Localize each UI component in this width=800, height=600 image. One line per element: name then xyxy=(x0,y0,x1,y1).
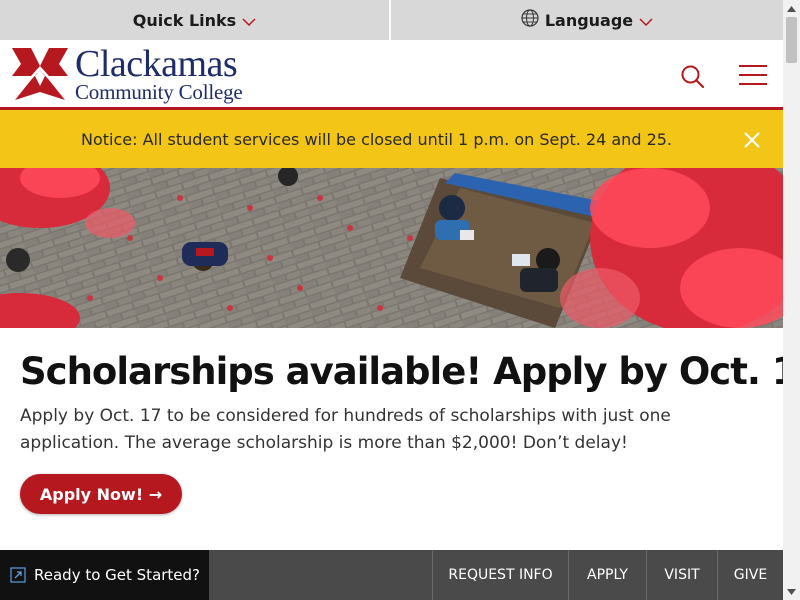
ready-label: Ready to Get Started? xyxy=(34,566,201,584)
hamburger-menu-icon xyxy=(739,65,767,85)
scroll-down-arrow[interactable] xyxy=(783,583,800,600)
visit-link[interactable]: VISIT xyxy=(646,550,717,600)
scroll-thumb[interactable] xyxy=(786,17,797,63)
give-link[interactable]: GIVE xyxy=(717,550,783,600)
language-label: Language xyxy=(544,10,634,30)
hero-headline: Scholarships available! Apply by Oct. 17 xyxy=(20,350,800,393)
arrow-up-icon xyxy=(787,5,796,12)
quick-links-label: Quick Links xyxy=(132,10,237,30)
language-toggle[interactable]: Language xyxy=(391,0,783,40)
arrow-down-icon xyxy=(787,588,796,595)
college-logo-link[interactable]: Clackamas Community College xyxy=(9,45,243,103)
chevron-down-icon xyxy=(639,11,653,30)
college-logo-icon xyxy=(12,48,68,100)
logo-line-1: Clackamas xyxy=(75,43,238,85)
external-link-icon xyxy=(10,567,26,583)
search-button[interactable] xyxy=(680,64,706,90)
scroll-up-arrow[interactable] xyxy=(783,0,800,17)
apply-link[interactable]: APPLY xyxy=(568,550,646,600)
bottom-action-bar: Ready to Get Started? REQUEST INFO APPLY… xyxy=(0,550,783,600)
close-notice-button[interactable] xyxy=(742,130,762,150)
ready-to-get-started-link[interactable]: Ready to Get Started? xyxy=(0,550,209,600)
main-menu-button[interactable] xyxy=(738,64,768,88)
search-icon xyxy=(681,65,705,89)
hero-image xyxy=(0,168,783,328)
chevron-down-icon xyxy=(242,11,256,30)
quick-links-toggle[interactable]: Quick Links xyxy=(0,0,391,40)
globe-icon xyxy=(521,9,539,31)
site-header: Clackamas Community College xyxy=(0,40,783,110)
hero-content: Scholarships available! Apply by Oct. 17… xyxy=(0,328,800,550)
apply-now-button[interactable]: Apply Now! → xyxy=(20,474,182,514)
notice-text: Notice: All student services will be clo… xyxy=(80,129,673,149)
close-icon xyxy=(744,132,760,148)
logo-line-2: Community College xyxy=(75,80,243,104)
notice-banner: Notice: All student services will be clo… xyxy=(0,110,783,168)
request-info-link[interactable]: REQUEST INFO xyxy=(432,550,568,600)
bottom-bar-spacer xyxy=(209,550,432,600)
logo-wordmark: Clackamas Community College xyxy=(75,45,243,103)
page-scrollbar[interactable] xyxy=(783,0,800,600)
utility-bar: Quick Links Language xyxy=(0,0,783,40)
hero-body-text: Apply by Oct. 17 to be considered for hu… xyxy=(20,406,671,453)
